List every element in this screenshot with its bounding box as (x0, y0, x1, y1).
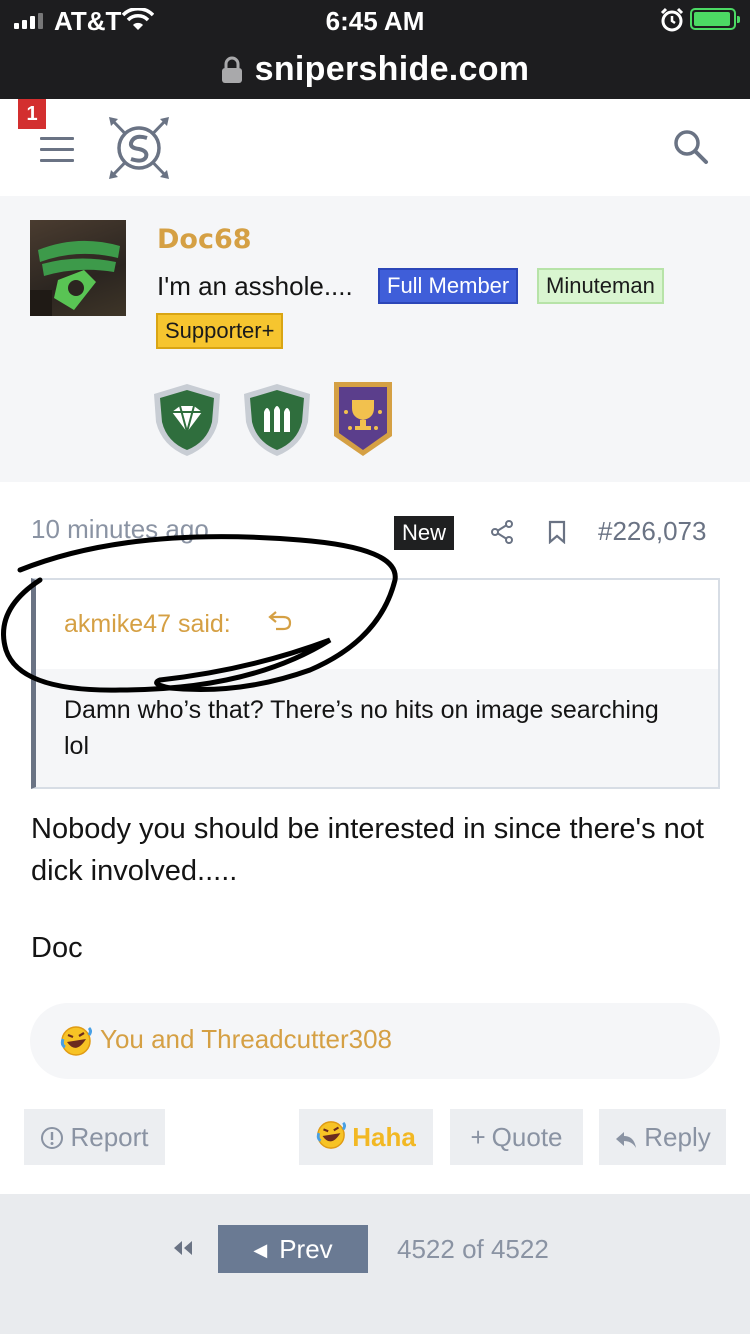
avatar[interactable] (30, 220, 126, 316)
user-title: I'm an asshole.... (157, 271, 353, 301)
url-text: snipershide.com (254, 50, 530, 88)
avatar-image (30, 240, 120, 316)
post-number-link[interactable]: #226,073 (598, 516, 706, 547)
post-date[interactable]: 10 minutes ago (31, 514, 209, 545)
reply-arrow-icon (616, 1132, 637, 1148)
laughing-emoji-icon (60, 1026, 92, 1056)
menu-icon[interactable] (40, 137, 74, 170)
reply-button[interactable]: Reply (599, 1109, 726, 1165)
username-link[interactable]: Doc68 (157, 224, 252, 255)
prev-page-button[interactable]: ◀ Prev (218, 1225, 368, 1273)
reactions-label[interactable]: You and Threadcutter308 (100, 1024, 392, 1055)
site-logo[interactable] (106, 114, 172, 182)
new-badge: New (394, 516, 455, 550)
report-icon (41, 1127, 64, 1149)
quote-block: akmike47 said: Damn who’s that? There’s … (31, 578, 720, 789)
quote-label: Quote (491, 1122, 563, 1152)
haha-reaction-button[interactable]: Haha (299, 1109, 433, 1165)
notification-badge[interactable]: 1 (18, 99, 46, 129)
clock: 6:45 AM (325, 6, 425, 36)
quote-button[interactable]: + Quote (450, 1109, 583, 1165)
quote-author-link[interactable]: akmike47 said: (64, 610, 231, 639)
alarm-icon (660, 7, 684, 32)
battery-icon (690, 8, 740, 30)
address-bar[interactable]: snipershide.com (0, 40, 750, 99)
ammo-trophy-icon[interactable] (240, 382, 314, 458)
laughing-emoji-icon (316, 1121, 347, 1149)
first-page-icon[interactable] (170, 1238, 196, 1258)
plus-icon: + (470, 1122, 486, 1152)
prev-label: Prev (279, 1234, 333, 1264)
haha-label: Haha (352, 1122, 416, 1152)
search-icon[interactable] (672, 128, 710, 166)
go-to-quote-icon[interactable] (268, 610, 294, 632)
diamond-trophy-icon[interactable] (150, 382, 224, 458)
chevron-left-icon: ◀ (253, 1240, 268, 1260)
supporter-banner: Supporter+ (156, 313, 284, 349)
status-bar: AT&T 6:45 AM (0, 0, 750, 40)
quote-header: akmike47 said: (36, 580, 718, 669)
reactions-bar[interactable]: You and Threadcutter308 (30, 1003, 720, 1079)
bookmark-icon[interactable] (547, 520, 567, 544)
lock-icon (221, 56, 242, 83)
post: 10 minutes ago New #226,073 akmike47 sai… (0, 482, 750, 1194)
post-body: Nobody you should be interested in since… (31, 813, 704, 887)
report-label: Report (70, 1122, 149, 1152)
reply-label: Reply (644, 1122, 711, 1152)
page-indicator[interactable]: 4522 of 4522 (397, 1234, 549, 1265)
share-icon[interactable] (490, 520, 514, 544)
report-button[interactable]: Report (24, 1109, 165, 1165)
cup-trophy-icon[interactable] (332, 380, 394, 460)
quote-text: Damn who’s that? There’s no hits on imag… (64, 696, 659, 760)
post-signature: Doc (31, 932, 83, 964)
minuteman-banner: Minuteman (537, 268, 664, 304)
full-member-banner: Full Member (378, 268, 519, 304)
user-panel: Doc68 I'm an asshole.... Full Member Min… (0, 196, 750, 482)
